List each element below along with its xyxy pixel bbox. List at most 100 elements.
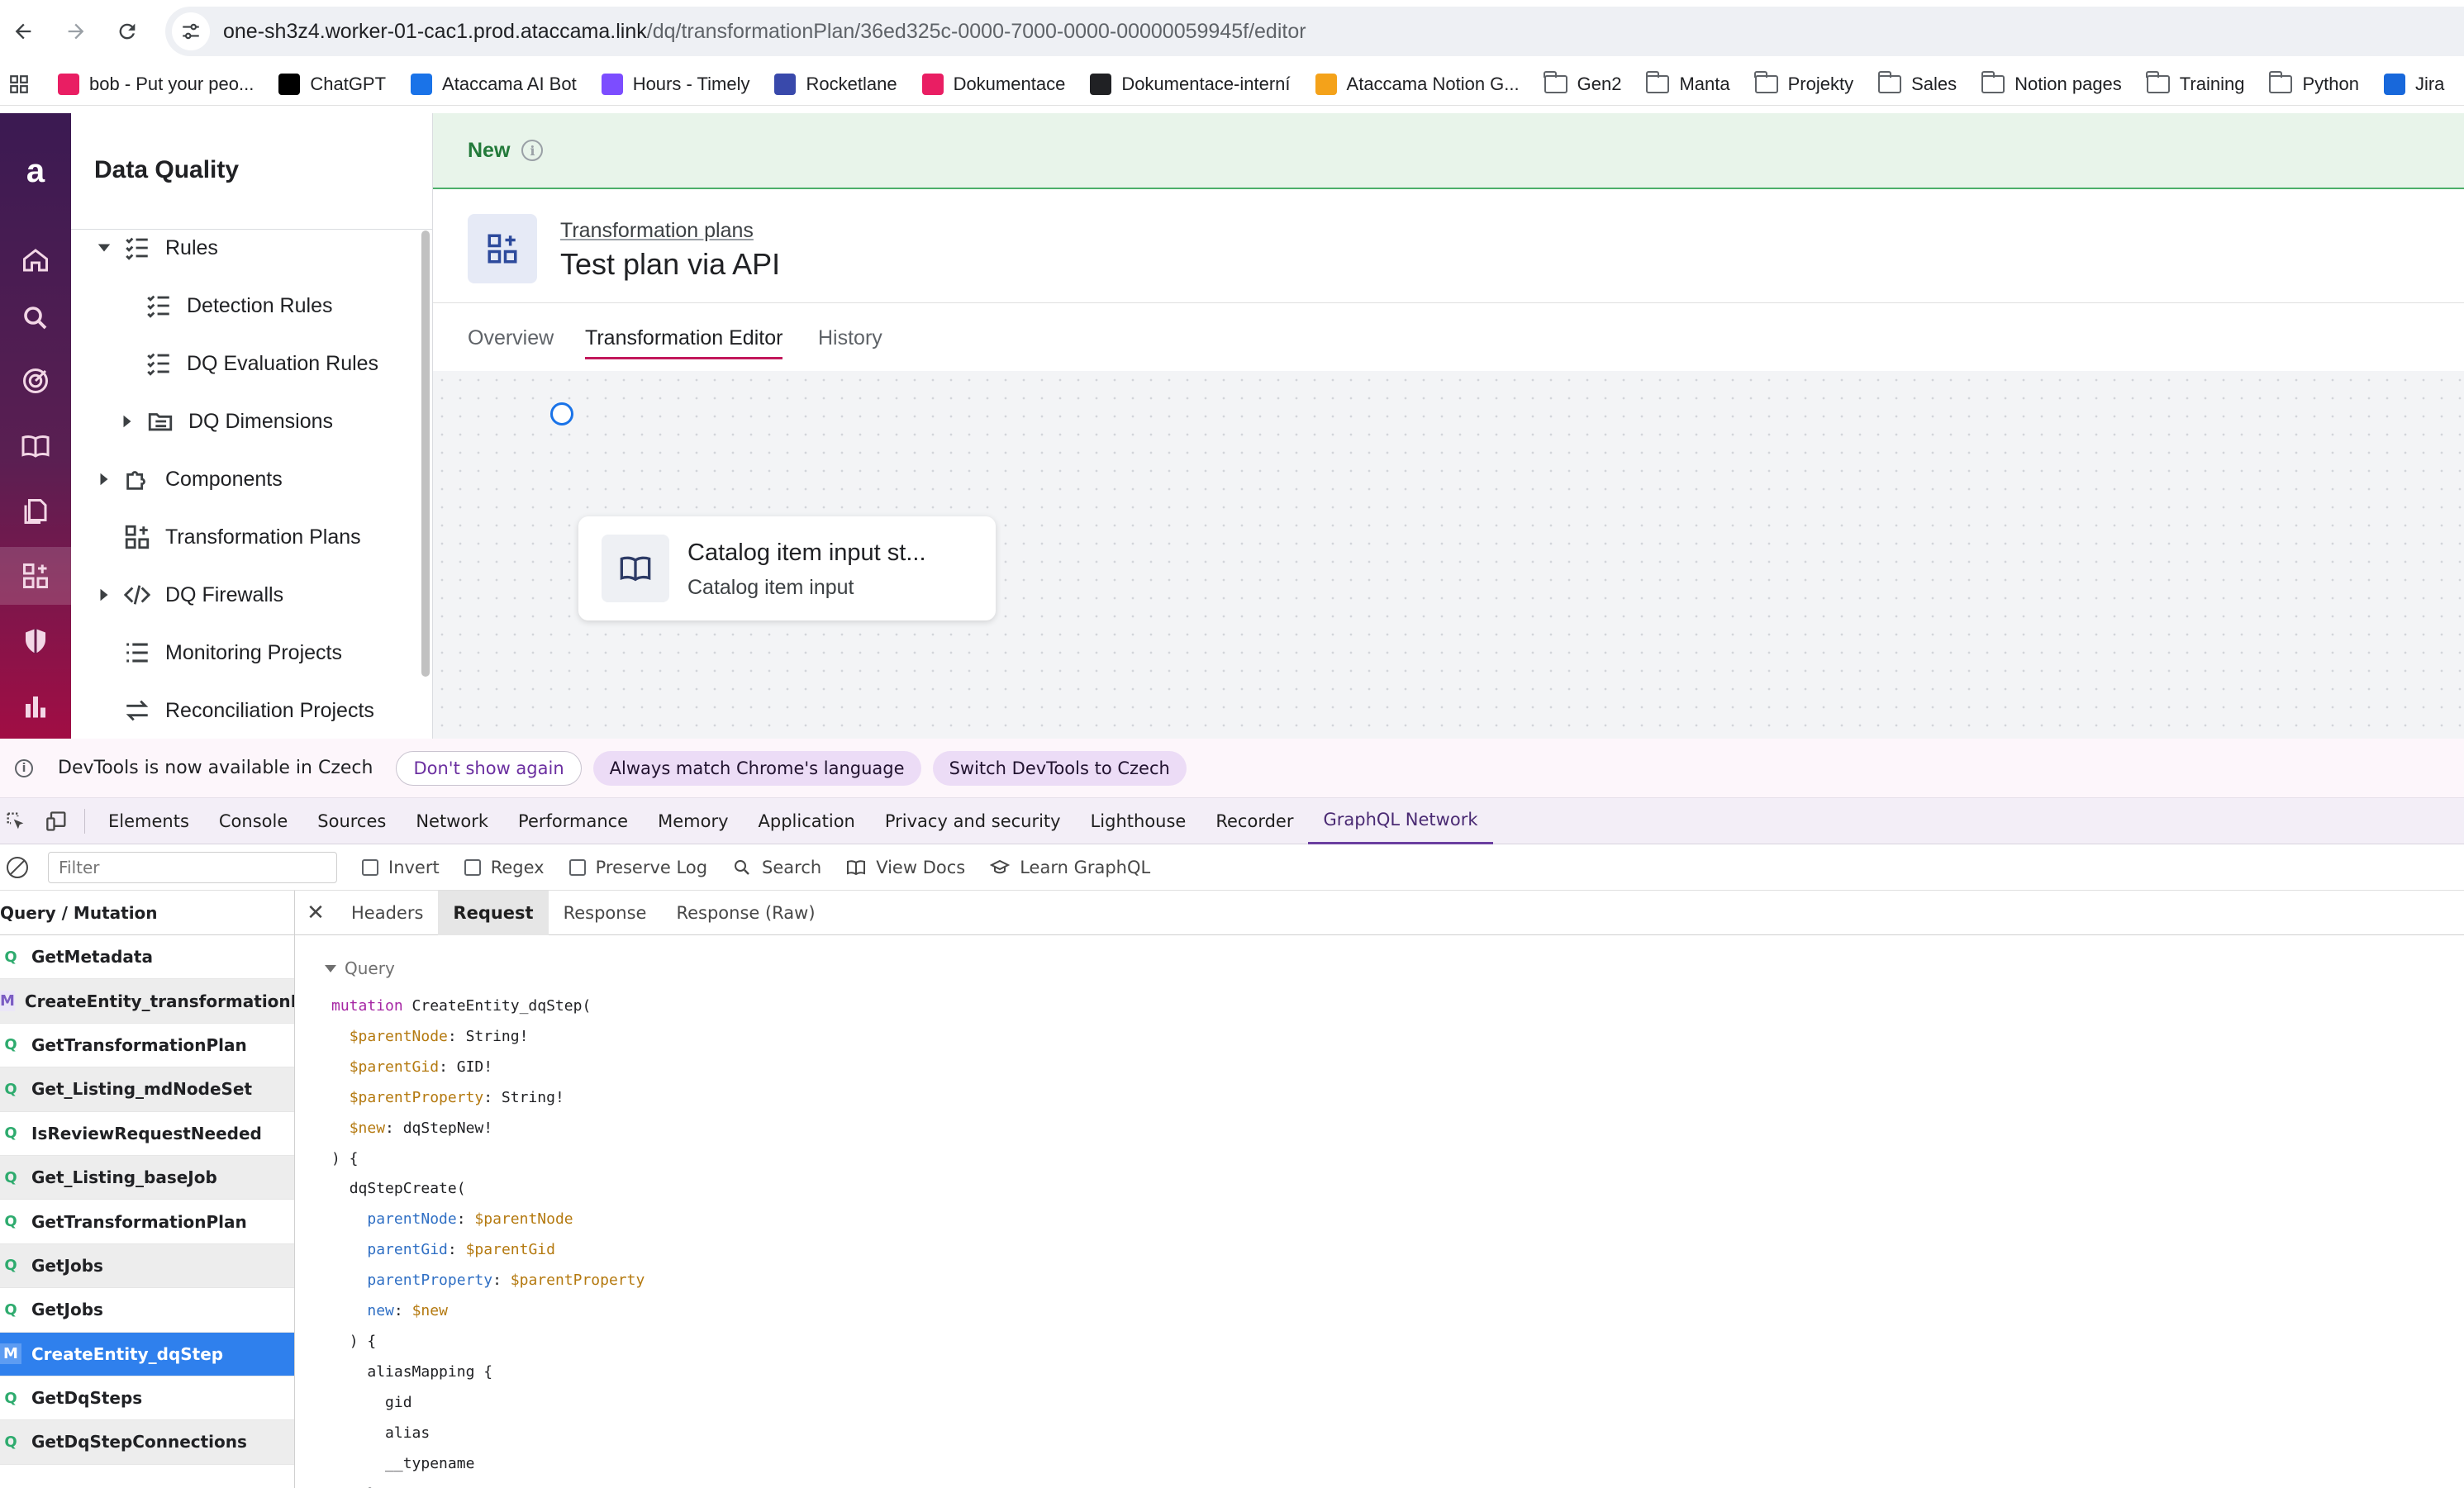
rail-monitoring[interactable] bbox=[0, 352, 71, 410]
switch-devtools-czech-button[interactable]: Switch DevTools to Czech bbox=[932, 750, 1187, 786]
invert-checkbox[interactable]: Invert bbox=[362, 858, 440, 877]
rail-security[interactable] bbox=[0, 612, 71, 670]
bookmark-dokumentace[interactable]: Dokumentace bbox=[921, 73, 1065, 95]
rail-home[interactable] bbox=[0, 231, 71, 289]
device-toolbar-button[interactable] bbox=[45, 809, 69, 834]
devtools-tab-graphql-network[interactable]: GraphQL Network bbox=[1308, 798, 1493, 844]
operation-row[interactable]: Q Get_Listing_baseJob bbox=[0, 1155, 294, 1200]
caret-right-icon[interactable] bbox=[96, 587, 112, 603]
address-bar[interactable]: one-sh3z4.worker-01-cac1.prod.ataccama.l… bbox=[165, 7, 2464, 56]
inspect-element-button[interactable] bbox=[3, 809, 28, 834]
tab-response[interactable]: Response bbox=[549, 891, 662, 935]
bookmark-ataccama-notion-g[interactable]: Ataccama Notion G... bbox=[1315, 73, 1520, 95]
bookmark-hours-timely[interactable]: Hours - Timely bbox=[601, 73, 749, 95]
devtools-tab-console[interactable]: Console bbox=[204, 798, 302, 844]
rules-icon bbox=[144, 349, 174, 378]
devtools-tab-lighthouse[interactable]: Lighthouse bbox=[1076, 798, 1201, 844]
entity-type-link[interactable]: Transformation plans bbox=[560, 219, 754, 243]
rail-search[interactable] bbox=[0, 289, 71, 347]
sidebar-item-components[interactable]: Components bbox=[96, 464, 283, 494]
tab-transformation-editor[interactable]: Transformation Editor bbox=[585, 326, 783, 359]
preserve-log-checkbox[interactable]: Preserve Log bbox=[568, 858, 707, 877]
sidebar-scrollbar[interactable] bbox=[421, 231, 430, 677]
devtools-tab-memory[interactable]: Memory bbox=[643, 798, 743, 844]
bookmark-notion-pages[interactable]: Notion pages bbox=[1981, 70, 2122, 95]
operation-row[interactable]: Q GetMetadata bbox=[0, 935, 294, 980]
ataccama-logo[interactable]: a bbox=[0, 153, 71, 190]
sidebar-item-dq-dimensions[interactable]: DQ Dimensions bbox=[119, 406, 333, 436]
sidebar-item-rules[interactable]: Rules bbox=[96, 233, 218, 263]
sidebar-item-dq-evaluation-rules[interactable]: DQ Evaluation Rules bbox=[144, 349, 378, 378]
regex-checkbox[interactable]: Regex bbox=[464, 858, 545, 877]
step-node[interactable]: Catalog item input st... Catalog item in… bbox=[578, 516, 996, 620]
dont-show-again-button[interactable]: Don't show again bbox=[396, 750, 582, 786]
clear-icon[interactable] bbox=[7, 856, 28, 878]
bookmark-manta[interactable]: Manta bbox=[1645, 70, 1730, 95]
node-output-port[interactable] bbox=[550, 402, 573, 425]
tab-request[interactable]: Request bbox=[438, 891, 549, 935]
sidebar-item-reconciliation-projects[interactable]: Reconciliation Projects bbox=[122, 696, 374, 725]
bookmark-chatgpt[interactable]: ChatGPT bbox=[278, 73, 386, 95]
operation-row[interactable]: M CreateEntity_transformationPlan bbox=[0, 979, 294, 1024]
devtools-tab-recorder[interactable]: Recorder bbox=[1201, 798, 1308, 844]
bookmark-training[interactable]: Training bbox=[2146, 70, 2244, 95]
devtools-tab-network[interactable]: Network bbox=[401, 798, 503, 844]
sidebar-item-detection-rules[interactable]: Detection Rules bbox=[144, 291, 332, 321]
sidebar-item-dq-firewalls[interactable]: DQ Firewalls bbox=[96, 580, 283, 610]
search-button[interactable]: Search bbox=[732, 858, 821, 877]
operation-row[interactable]: Q GetTransformationPlan bbox=[0, 1200, 294, 1244]
bookmark-projekty[interactable]: Projekty bbox=[1754, 70, 1853, 95]
learn-graphql-button[interactable]: Learn GraphQL bbox=[990, 858, 1150, 877]
bookmark-label: Rocketlane bbox=[806, 73, 897, 94]
query-section-toggle[interactable]: Query bbox=[325, 958, 395, 978]
query-code: mutation CreateEntity_dqStep( $parentNod… bbox=[331, 991, 645, 1488]
operation-row[interactable]: Q GetJobs bbox=[0, 1243, 294, 1289]
apps-button[interactable] bbox=[8, 74, 30, 95]
site-info-button[interactable] bbox=[172, 12, 210, 50]
bookmark-rocketlane[interactable]: Rocketlane bbox=[774, 73, 897, 95]
tab-response-raw[interactable]: Response (Raw) bbox=[661, 891, 830, 935]
operation-row[interactable]: Q GetDqStepConnections bbox=[0, 1420, 294, 1465]
bookmark-label: Notion pages bbox=[2014, 73, 2122, 94]
caret-right-icon[interactable] bbox=[119, 413, 136, 430]
bookmark-ataccama-ai-bot[interactable]: Ataccama AI Bot bbox=[411, 73, 577, 95]
info-icon[interactable]: i bbox=[521, 140, 544, 161]
operation-row[interactable]: Q GetJobs bbox=[0, 1288, 294, 1333]
back-button[interactable] bbox=[7, 15, 40, 48]
forward-button[interactable] bbox=[59, 15, 93, 48]
rail-documents[interactable] bbox=[0, 483, 71, 540]
close-icon[interactable]: ✕ bbox=[295, 901, 336, 925]
always-match-language-button[interactable]: Always match Chrome's language bbox=[592, 750, 921, 786]
caret-down-icon[interactable] bbox=[96, 240, 112, 256]
bookmark-python[interactable]: Python bbox=[2268, 70, 2359, 95]
operation-row[interactable]: Q GetTransformationPlan bbox=[0, 1024, 294, 1068]
operation-row[interactable]: Q IsReviewRequestNeeded bbox=[0, 1112, 294, 1156]
rail-reports[interactable] bbox=[0, 677, 71, 735]
operation-row[interactable]: Q GetDqSteps bbox=[0, 1376, 294, 1421]
sidebar-item-transformation-plans[interactable]: Transformation Plans bbox=[122, 522, 361, 552]
folder-icon bbox=[1981, 70, 2005, 93]
tab-history[interactable]: History bbox=[818, 326, 882, 357]
bookmark-sales[interactable]: Sales bbox=[1877, 70, 1957, 95]
rail-catalog[interactable] bbox=[0, 417, 71, 475]
editor-canvas[interactable]: Catalog item input st... Catalog item in… bbox=[433, 371, 2464, 739]
caret-right-icon[interactable] bbox=[96, 471, 112, 487]
devtools-tab-elements[interactable]: Elements bbox=[93, 798, 204, 844]
tab-headers[interactable]: Headers bbox=[336, 891, 438, 935]
bookmark-dokumentace-intern[interactable]: Dokumentace-interní bbox=[1090, 73, 1291, 95]
sidebar-item-monitoring-projects[interactable]: Monitoring Projects bbox=[122, 638, 342, 668]
view-docs-button[interactable]: View Docs bbox=[846, 858, 965, 877]
bookmark-jira[interactable]: Jira bbox=[2383, 73, 2444, 95]
rail-data-quality[interactable] bbox=[0, 547, 71, 605]
reload-button[interactable] bbox=[111, 15, 144, 48]
tab-overview[interactable]: Overview bbox=[468, 326, 554, 357]
bookmark-gen2[interactable]: Gen2 bbox=[1544, 70, 1621, 95]
devtools-tab-privacy-and-security[interactable]: Privacy and security bbox=[870, 798, 1076, 844]
devtools-tab-application[interactable]: Application bbox=[744, 798, 870, 844]
operation-row[interactable]: Q Get_Listing_mdNodeSet bbox=[0, 1067, 294, 1112]
operation-row[interactable]: M CreateEntity_dqStep bbox=[0, 1332, 294, 1376]
devtools-tab-performance[interactable]: Performance bbox=[503, 798, 643, 844]
filter-input[interactable] bbox=[48, 851, 337, 883]
devtools-tab-sources[interactable]: Sources bbox=[302, 798, 401, 844]
bookmark-bob-put-your-peo[interactable]: bob - Put your peo... bbox=[58, 73, 254, 95]
